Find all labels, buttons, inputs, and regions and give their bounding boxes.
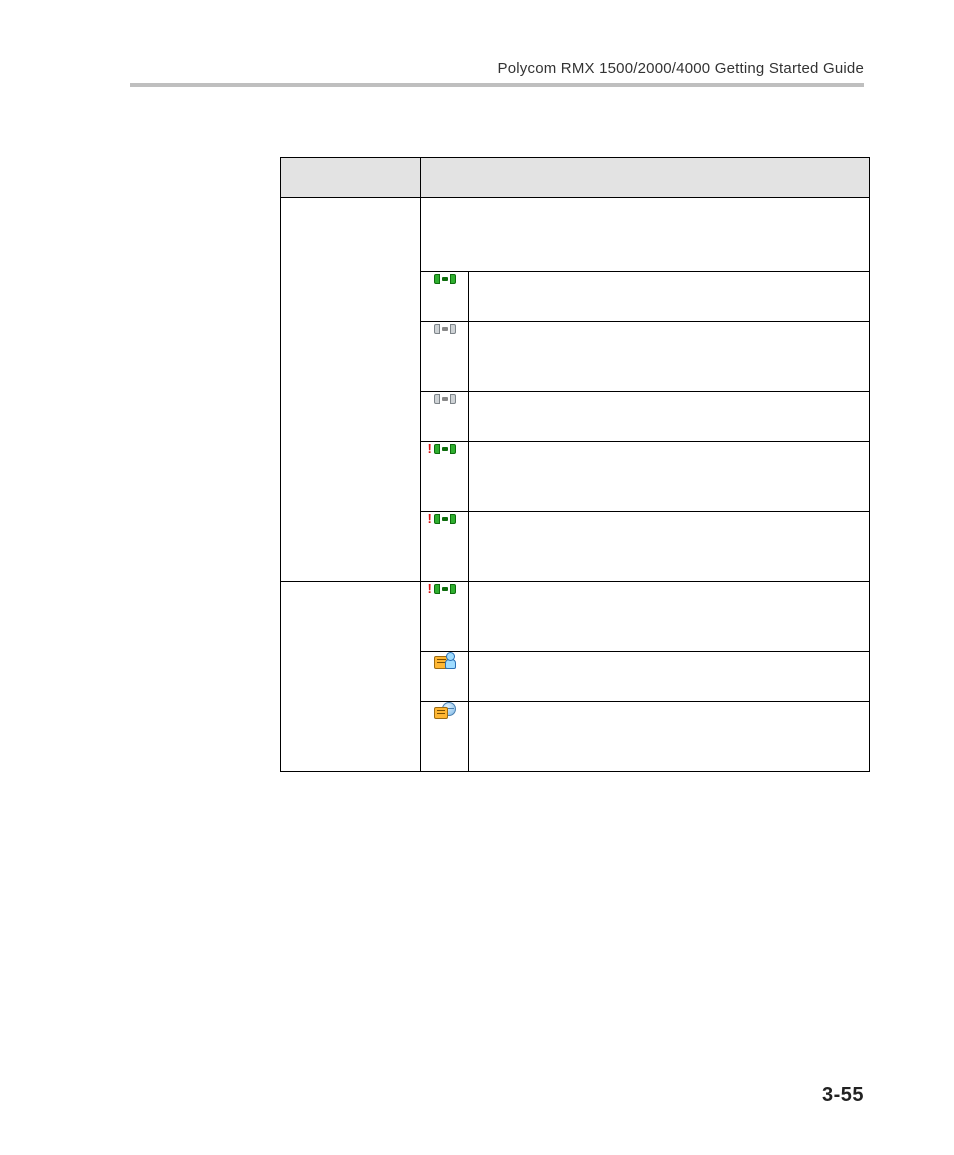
table-header-col2 bbox=[421, 158, 870, 198]
running-header: Polycom RMX 1500/2000/4000 Getting Start… bbox=[130, 60, 864, 77]
desc-cell bbox=[469, 442, 870, 512]
note-conference-icon bbox=[434, 702, 456, 720]
table-row: ! bbox=[281, 582, 870, 652]
disconnected-gray-icon bbox=[434, 392, 456, 406]
icon-cell bbox=[421, 392, 469, 442]
alert-bang-icon: ! bbox=[428, 511, 432, 526]
connected-green-icon bbox=[434, 272, 456, 286]
desc-cell bbox=[469, 512, 870, 582]
group1-intro-cell bbox=[421, 198, 870, 272]
desc-cell bbox=[469, 272, 870, 322]
icon-cell: ! bbox=[421, 442, 469, 512]
desc-cell bbox=[469, 322, 870, 392]
desc-cell bbox=[469, 582, 870, 652]
desc-cell bbox=[469, 392, 870, 442]
faulty-connected-icon: ! bbox=[434, 582, 456, 596]
alert-bang-icon: ! bbox=[428, 581, 432, 596]
note-participant-icon bbox=[434, 652, 456, 670]
status-icons-table: ! ! ! bbox=[280, 157, 870, 772]
desc-cell bbox=[469, 702, 870, 772]
icon-cell bbox=[421, 272, 469, 322]
icon-cell: ! bbox=[421, 512, 469, 582]
group1-label-cell bbox=[281, 198, 421, 582]
header-rule bbox=[130, 83, 864, 87]
group2-label-cell bbox=[281, 582, 421, 772]
page: Polycom RMX 1500/2000/4000 Getting Start… bbox=[0, 0, 954, 1155]
faulty-connected-icon: ! bbox=[434, 442, 456, 456]
icon-cell bbox=[421, 702, 469, 772]
disconnected-gray-icon bbox=[434, 322, 456, 336]
faulty-connected-icon: ! bbox=[434, 512, 456, 526]
table-header-col1 bbox=[281, 158, 421, 198]
icon-cell bbox=[421, 322, 469, 392]
icon-cell bbox=[421, 652, 469, 702]
table-header-row bbox=[281, 158, 870, 198]
desc-cell bbox=[469, 652, 870, 702]
table-row bbox=[281, 198, 870, 272]
page-number: 3-55 bbox=[822, 1084, 864, 1107]
icon-cell: ! bbox=[421, 582, 469, 652]
alert-bang-icon: ! bbox=[428, 441, 432, 456]
